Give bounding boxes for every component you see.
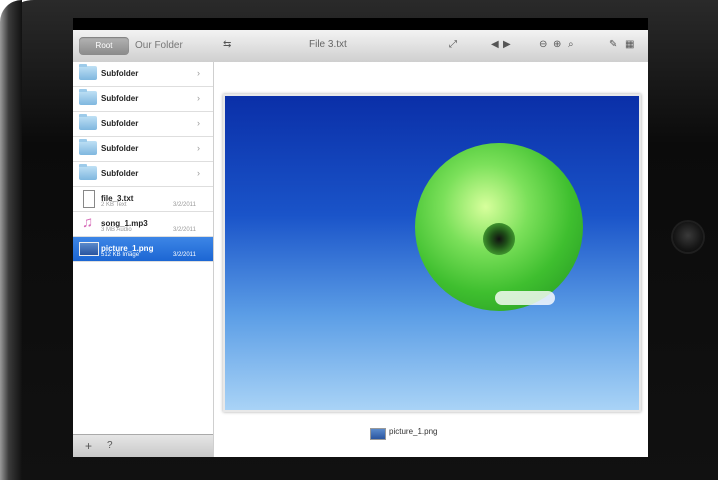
back-button[interactable]: Root [79, 37, 129, 55]
file-title: File 3.txt [309, 39, 347, 50]
folder-row-3[interactable]: Subfolder › [73, 112, 213, 137]
file-date: 3/2/2011 [173, 202, 196, 208]
folder-icon [79, 114, 97, 130]
edit-icon[interactable]: ✎ [609, 39, 617, 51]
expand-icon[interactable]: ⤢ [449, 39, 457, 51]
folder-row-2[interactable]: Subfolder › [73, 87, 213, 112]
text-file-icon [83, 190, 95, 208]
music-note-icon: ♫ [82, 214, 94, 231]
image-file-icon [370, 428, 386, 440]
chevron-right-icon: › [197, 168, 200, 178]
folder-row-4[interactable]: Subfolder › [73, 137, 213, 162]
file-row-audio[interactable]: ♫ song_1.mp3 3 MB Audio 3/2/2011 [73, 212, 213, 237]
folder-row-5[interactable]: Subfolder › [73, 162, 213, 187]
file-meta: 512 KB Image [101, 252, 140, 258]
forward-arrow-icon[interactable]: ▶ [503, 39, 511, 51]
file-row-image[interactable]: picture_1.png 512 KB Image 3/2/2011 [73, 237, 213, 262]
add-icon[interactable]: + [85, 439, 92, 453]
folder-row-1[interactable]: Subfolder › [73, 62, 213, 87]
sidebar-footer: + ? [73, 434, 213, 457]
home-button[interactable] [673, 222, 703, 252]
top-toolbar: Root Our Folder ⇆ File 3.txt ⤢ ◀ ▶ ⊖ ⊕ ⌕… [73, 30, 648, 63]
file-sidebar: Subfolder › Subfolder › Subfolder › Subf… [73, 62, 214, 457]
back-arrow-icon[interactable]: ◀ [491, 39, 499, 51]
cloud-shape [495, 291, 555, 305]
grid-icon[interactable]: ▦ [625, 39, 634, 51]
status-bar [73, 18, 648, 30]
help-icon[interactable]: ? [107, 440, 113, 451]
zoom-in-icon[interactable]: ⊕ [553, 39, 561, 51]
chevron-right-icon: › [197, 143, 200, 153]
folder-icon [79, 139, 97, 155]
chevron-right-icon: › [197, 68, 200, 78]
zoom-out-icon[interactable]: ⊖ [539, 39, 547, 51]
chevron-right-icon: › [197, 118, 200, 128]
ipad-screen: Root Our Folder ⇆ File 3.txt ⤢ ◀ ▶ ⊖ ⊕ ⌕… [73, 18, 648, 457]
folder-name: Subfolder [101, 169, 139, 178]
folder-title: Our Folder [135, 40, 183, 51]
folder-name: Subfolder [101, 144, 139, 153]
file-meta: 3 MB Audio [101, 227, 132, 233]
ipad-bezel-edge [0, 0, 22, 480]
folder-icon [79, 89, 97, 105]
sort-icon[interactable]: ⇆ [223, 39, 231, 51]
folder-name: Subfolder [101, 94, 139, 103]
file-date: 3/2/2011 [173, 252, 196, 258]
folder-name: Subfolder [101, 119, 139, 128]
preview-image [223, 94, 641, 412]
chevron-right-icon: › [197, 93, 200, 103]
file-date: 3/2/2011 [173, 227, 196, 233]
folder-icon [79, 64, 97, 80]
search-icon[interactable]: ⌕ [568, 39, 574, 51]
file-row-text[interactable]: file_3.txt 2 KB Text 3/2/2011 [73, 187, 213, 212]
folder-name: Subfolder [101, 69, 139, 78]
folder-icon [79, 164, 97, 180]
balloon-center [483, 223, 515, 255]
preview-pane: picture_1.png [214, 62, 648, 457]
image-file-icon [79, 242, 99, 256]
file-meta: 2 KB Text [101, 202, 127, 208]
preview-caption: picture_1.png [389, 427, 438, 436]
